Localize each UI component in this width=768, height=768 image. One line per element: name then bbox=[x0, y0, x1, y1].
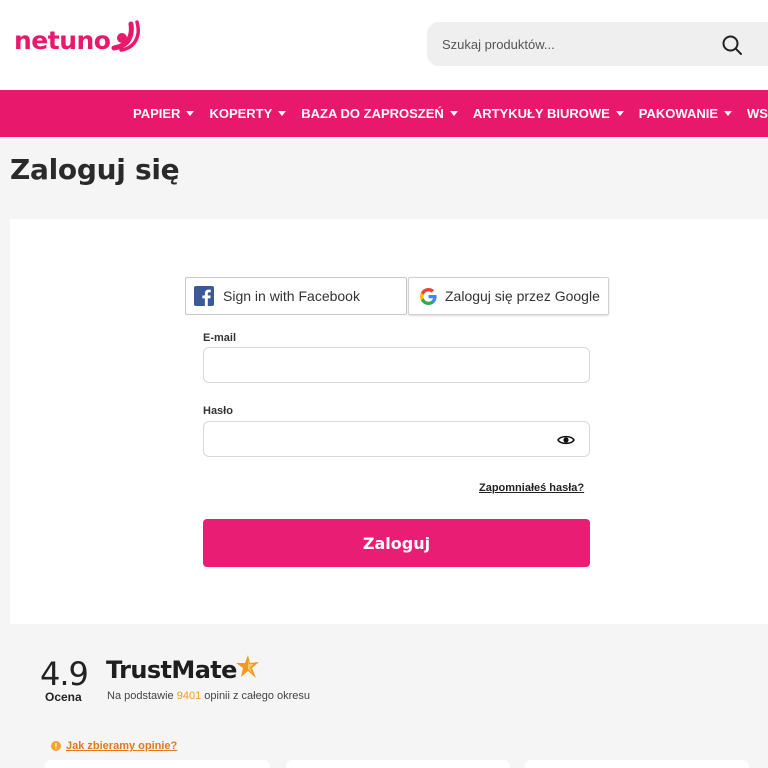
nav-item-baza-do-zaproszen[interactable]: BAZA DO ZAPROSZEŃ bbox=[301, 106, 458, 121]
login-submit-button[interactable]: Zaloguj bbox=[203, 519, 590, 567]
search-input[interactable] bbox=[442, 22, 702, 66]
caret-down-icon bbox=[724, 111, 733, 116]
nav-item-label: PAPIER bbox=[133, 106, 181, 121]
facebook-icon bbox=[194, 286, 214, 306]
caret-down-icon bbox=[615, 111, 624, 116]
google-icon bbox=[420, 287, 437, 305]
nav-item-label: BAZA DO ZAPROSZEŃ bbox=[301, 106, 444, 121]
review-card bbox=[525, 760, 749, 768]
caret-down-icon bbox=[278, 111, 287, 116]
main-nav: PAPIER KOPERTY BAZA DO ZAPROSZEŃ ARTYKUŁ… bbox=[0, 90, 768, 137]
how-we-collect-reviews-link[interactable]: ! Jak zbieramy opinie? bbox=[51, 740, 177, 752]
nav-item-label: KOPERTY bbox=[209, 106, 273, 121]
google-login-label: Zaloguj się przez Google bbox=[445, 288, 600, 304]
facebook-login-label: Sign in with Facebook bbox=[223, 288, 360, 304]
review-card bbox=[45, 760, 270, 768]
desc-after: opinii z całego okresu bbox=[201, 690, 311, 702]
caret-down-icon bbox=[186, 111, 195, 116]
review-count: 9401 bbox=[176, 690, 202, 702]
login-card: Sign in with Facebook Zaloguj się przez … bbox=[10, 219, 768, 624]
trustmate-star-icon bbox=[234, 654, 260, 685]
how-we-collect-label: Jak zbieramy opinie? bbox=[66, 740, 178, 752]
nav-item-koperty[interactable]: KOPERTY bbox=[209, 106, 287, 121]
page-title: Zaloguj się bbox=[10, 153, 180, 186]
desc-before: Na podstawie bbox=[107, 690, 177, 702]
nav-item-label: WSTĄŻKI bbox=[747, 106, 768, 121]
netuno-logo[interactable]: netuno bbox=[14, 20, 143, 57]
show-password-eye-icon[interactable] bbox=[557, 433, 575, 447]
google-login-button[interactable]: Zaloguj się przez Google bbox=[408, 277, 609, 315]
logo-text: netuno bbox=[14, 26, 111, 55]
email-field[interactable] bbox=[203, 347, 590, 383]
password-field[interactable] bbox=[203, 421, 590, 457]
rating-caption: Ocena bbox=[45, 690, 82, 704]
nav-item-wstazki[interactable]: WSTĄŻKI bbox=[747, 106, 768, 121]
forgot-password-link[interactable]: Zapomniałeś hasła? bbox=[479, 482, 584, 494]
caret-down-icon bbox=[449, 111, 458, 116]
trustmate-description: Na podstawie 9401 opinii z całego okresu bbox=[107, 690, 310, 702]
search-bar bbox=[427, 22, 768, 66]
logo-waves-icon bbox=[111, 18, 143, 57]
nav-item-label: PAKOWANIE bbox=[638, 106, 719, 121]
email-label: E-mail bbox=[203, 332, 237, 344]
facebook-login-button[interactable]: Sign in with Facebook bbox=[185, 277, 407, 315]
search-icon[interactable] bbox=[719, 32, 745, 58]
nav-item-pakowanie[interactable]: PAKOWANIE bbox=[638, 106, 733, 121]
info-icon: ! bbox=[51, 741, 61, 751]
nav-item-label: ARTYKUŁY BIUROWE bbox=[472, 106, 610, 121]
site-header: netuno bbox=[0, 0, 768, 90]
nav-item-artykuly-biurowe[interactable]: ARTYKUŁY BIUROWE bbox=[473, 106, 624, 121]
review-card bbox=[286, 760, 510, 768]
trustmate-brand: TrustMate bbox=[106, 656, 237, 684]
nav-item-papier[interactable]: PAPIER bbox=[133, 106, 195, 121]
password-label: Hasło bbox=[203, 405, 233, 417]
rating-value: 4.9 bbox=[40, 655, 89, 693]
trustmate-logo[interactable]: TrustMate bbox=[106, 654, 260, 685]
